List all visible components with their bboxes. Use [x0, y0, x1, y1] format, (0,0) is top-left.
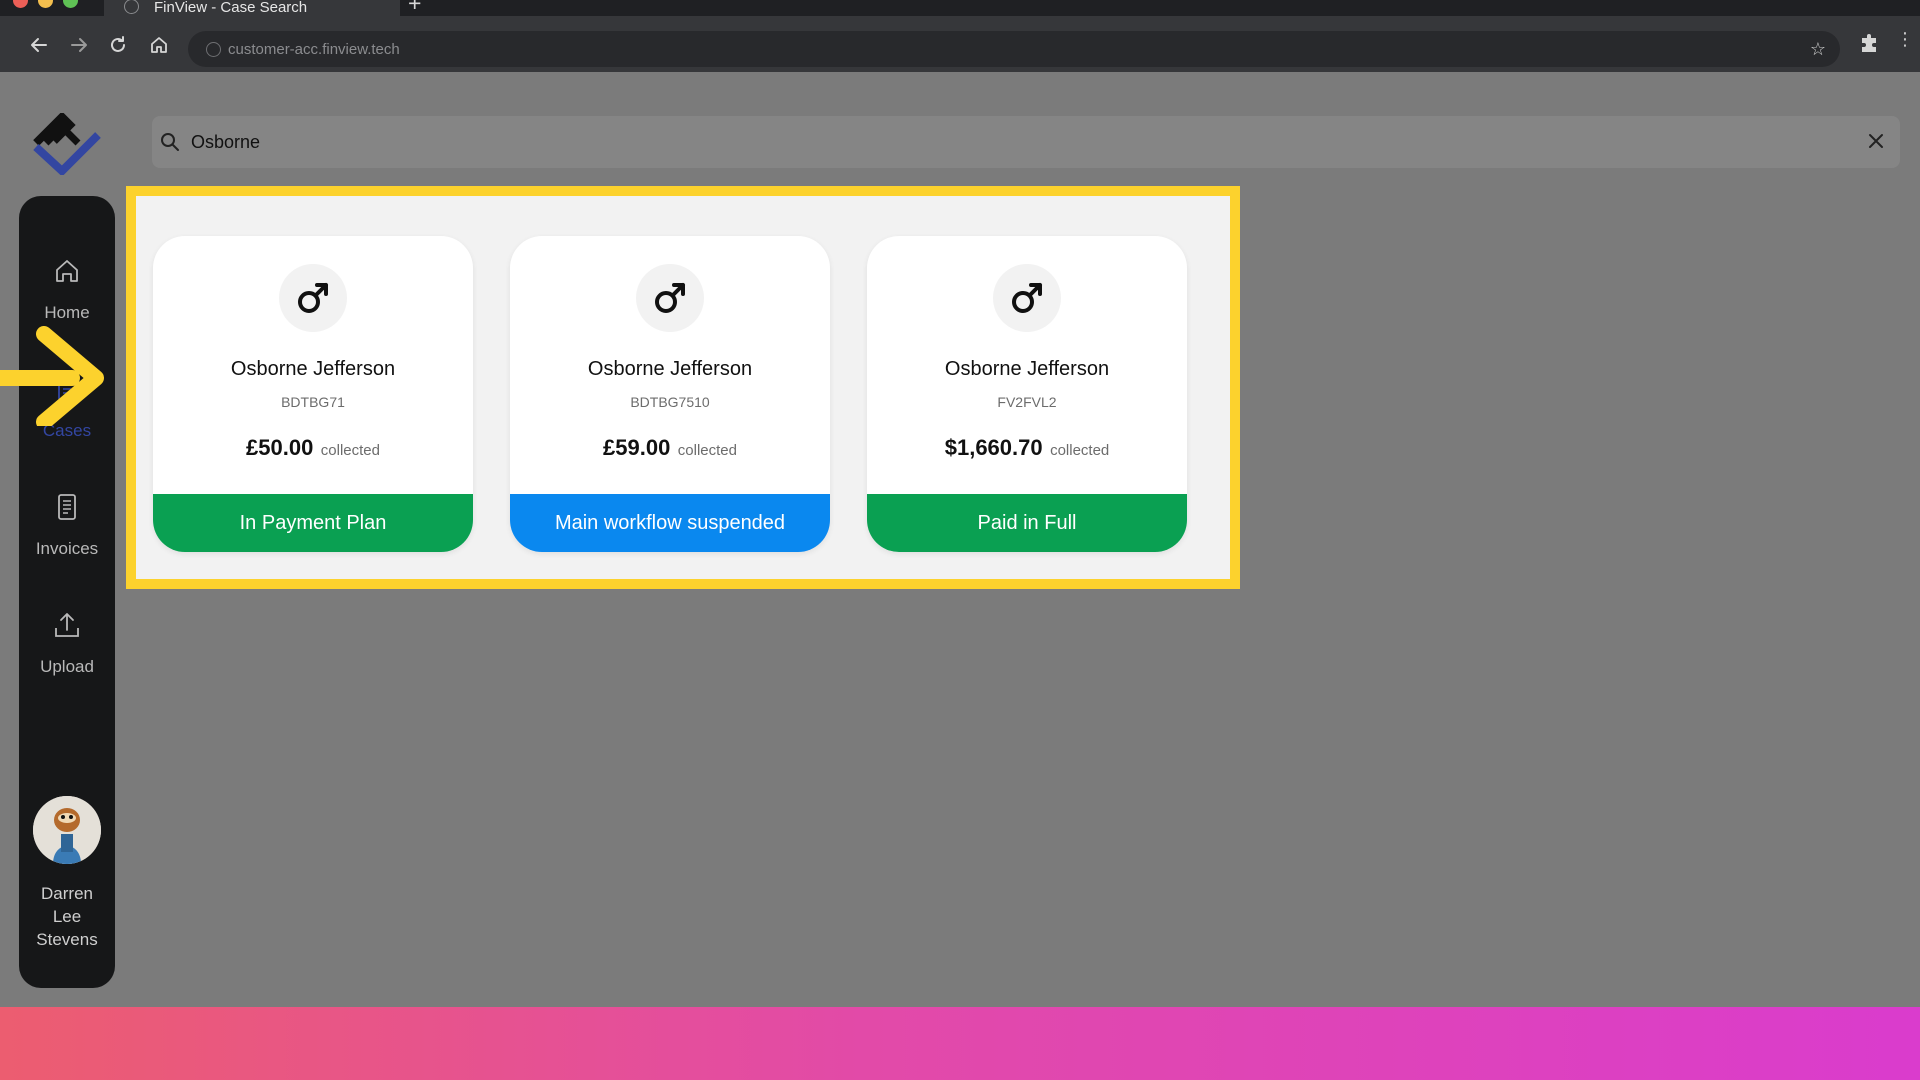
amount-caption: collected [677, 442, 737, 459]
case-name: Osborne Jefferson [587, 358, 753, 380]
address-bar[interactable]: customer-acc.finview.tech ☆ [188, 31, 1840, 67]
sidebar-item-upload[interactable]: Upload [19, 610, 115, 677]
male-gender-icon [279, 264, 347, 332]
case-card[interactable]: Osborne Jefferson FV2FVL2 $1,660.70 coll… [867, 236, 1187, 552]
maximize-window-button[interactable] [63, 0, 78, 8]
user-name: Darren Lee Stevens [19, 882, 115, 951]
bookmark-star-icon[interactable]: ☆ [1810, 39, 1826, 60]
close-window-button[interactable] [13, 0, 28, 8]
results-highlight: Osborne Jefferson BDTBG71 £50.00 collect… [126, 186, 1240, 589]
status-badge: Paid in Full [867, 494, 1187, 552]
sidebar-item-label: Home [44, 303, 90, 322]
search-icon [160, 132, 180, 157]
finview-logo[interactable] [32, 111, 102, 177]
minimize-window-button[interactable] [38, 0, 53, 8]
reload-icon[interactable] [106, 33, 130, 57]
home-browser-icon[interactable] [147, 33, 171, 57]
amount-caption: collected [320, 442, 380, 459]
amount-value: £50.00 [246, 435, 314, 460]
upload-icon [52, 610, 82, 645]
male-gender-icon [993, 264, 1061, 332]
tab-title: FinView - Case Search [154, 0, 308, 16]
status-badge: Main workflow suspended [510, 494, 830, 552]
case-reference: BDTBG71 [281, 394, 345, 410]
new-tab-button[interactable]: + [408, 0, 421, 15]
globe-icon [124, 0, 139, 14]
case-reference: FV2FVL2 [997, 394, 1057, 410]
status-badge: In Payment Plan [153, 494, 473, 552]
sidebar-item-label: Invoices [35, 539, 99, 558]
decorative-gradient-band [0, 1007, 1920, 1080]
case-reference: BDTBG7510 [630, 394, 710, 410]
tutorial-arrow-icon [0, 326, 104, 426]
browser-toolbar: customer-acc.finview.tech ☆ ⋮ [0, 16, 1920, 72]
user-last-name: Stevens [36, 930, 98, 949]
case-card[interactable]: Osborne Jefferson BDTBG7510 £59.00 colle… [510, 236, 830, 552]
case-card[interactable]: Osborne Jefferson BDTBG71 £50.00 collect… [153, 236, 473, 552]
collected-amount: £50.00 collected [153, 435, 473, 461]
amount-value: £59.00 [603, 435, 671, 460]
collected-amount: £59.00 collected [510, 435, 830, 461]
search-input[interactable]: Osborne [191, 132, 260, 153]
amount-caption: collected [1050, 442, 1110, 459]
user-middle-name: Lee [52, 907, 82, 926]
forward-icon[interactable] [67, 33, 91, 57]
browser-menu-icon[interactable]: ⋮ [1896, 30, 1914, 48]
user-first-name: Darren [41, 884, 93, 903]
browser-tab[interactable]: FinView - Case Search [104, 0, 400, 16]
case-name: Osborne Jefferson [230, 358, 396, 380]
clear-search-icon[interactable] [1868, 133, 1884, 154]
amount-value: $1,660.70 [944, 435, 1043, 460]
case-name: Osborne Jefferson [944, 358, 1110, 380]
sidebar-item-label: Upload [40, 657, 94, 676]
site-info-icon[interactable] [206, 42, 221, 57]
avatar[interactable] [33, 796, 101, 864]
home-icon [52, 256, 82, 291]
sidebar: Home Cases Invoices Upload Darren Lee St… [19, 196, 115, 988]
collected-amount: $1,660.70 collected [867, 435, 1187, 461]
browser-tab-bar: FinView - Case Search + [0, 0, 1920, 16]
url-text: customer-acc.finview.tech [228, 41, 400, 58]
invoice-icon [52, 492, 82, 527]
sidebar-item-invoices[interactable]: Invoices [19, 492, 115, 559]
sidebar-item-home[interactable]: Home [19, 256, 115, 323]
extensions-puzzle-icon[interactable] [1858, 32, 1880, 59]
male-gender-icon [636, 264, 704, 332]
back-icon[interactable] [27, 33, 51, 57]
search-bar[interactable]: Osborne [152, 116, 1900, 168]
